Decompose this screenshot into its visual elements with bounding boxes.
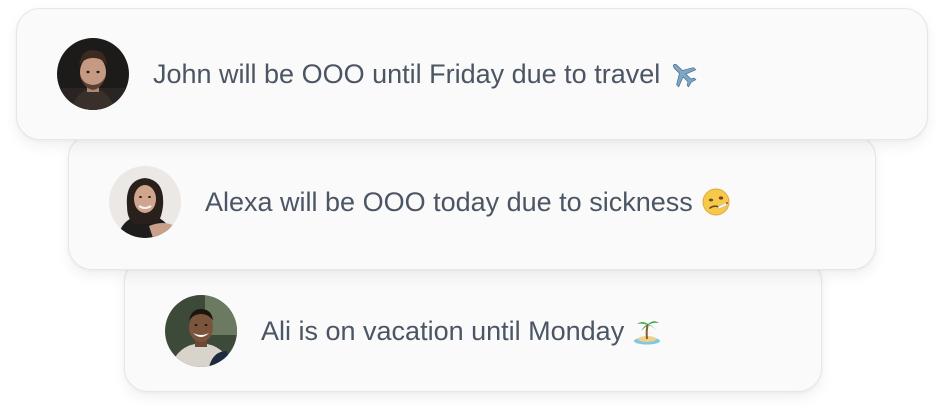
avatar-john: [57, 38, 129, 110]
notification-text: Alexa will be OOO today due to sickness: [205, 186, 693, 217]
notification-card-john[interactable]: John will be OOO until Friday due to tra…: [16, 8, 928, 140]
sick-face-icon: [701, 187, 731, 217]
avatar-ali: [165, 295, 237, 367]
notification-text: John will be OOO until Friday due to tra…: [153, 58, 661, 89]
airplane-icon: [668, 59, 698, 89]
notification-message: Ali is on vacation until Monday: [261, 316, 662, 347]
notification-text: Ali is on vacation until Monday: [261, 315, 625, 346]
avatar-alexa: [109, 166, 181, 238]
notification-message: Alexa will be OOO today due to sickness: [205, 187, 731, 218]
island-icon: [632, 316, 662, 346]
notification-message: John will be OOO until Friday due to tra…: [153, 59, 698, 90]
notification-card-ali[interactable]: Ali is on vacation until Monday: [124, 258, 822, 392]
notification-card-alexa[interactable]: Alexa will be OOO today due to sickness: [68, 134, 876, 270]
